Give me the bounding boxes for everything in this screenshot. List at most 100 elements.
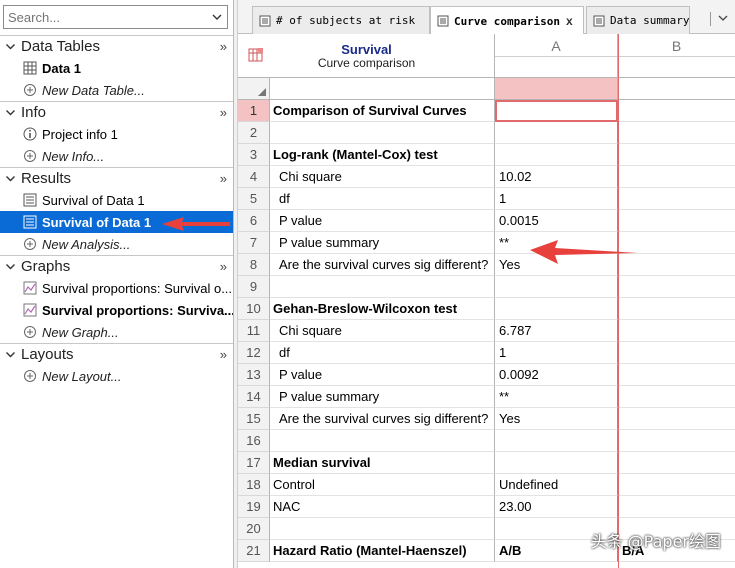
row-number[interactable]: 4	[238, 166, 270, 188]
nav-item[interactable]: New Graph...	[0, 321, 233, 343]
navigator-search[interactable]	[3, 5, 228, 29]
row-label-cell[interactable]: Log-rank (Mantel-Cox) test	[270, 144, 495, 166]
nav-section-header[interactable]: Graphs »	[0, 255, 233, 277]
nav-item[interactable]: New Layout...	[0, 365, 233, 387]
nav-item[interactable]: New Info...	[0, 145, 233, 167]
cell-column-a[interactable]: 1	[495, 188, 618, 210]
row-label-cell[interactable]: df	[270, 188, 495, 210]
row-number[interactable]: 14	[238, 386, 270, 408]
cell-column-a[interactable]	[495, 430, 618, 452]
row-label-cell[interactable]: P value summary	[270, 386, 495, 408]
cell-column-a[interactable]	[495, 276, 618, 298]
cell-column-b[interactable]	[618, 430, 735, 452]
cell-column-b[interactable]	[618, 254, 735, 276]
cell-column-a[interactable]: Yes	[495, 254, 618, 276]
cell-column-b[interactable]	[618, 188, 735, 210]
cell-column-a[interactable]: **	[495, 232, 618, 254]
collapse-icon[interactable]	[5, 349, 19, 360]
column-header-a[interactable]: A	[495, 34, 618, 78]
nav-item[interactable]: Data 1	[0, 57, 233, 79]
row-label-cell[interactable]: Median survival	[270, 452, 495, 474]
select-all-corner[interactable]	[238, 78, 270, 100]
cell-column-b[interactable]	[618, 100, 735, 122]
expand-more-icon[interactable]: »	[220, 39, 227, 54]
nav-item[interactable]: Project info 1	[0, 123, 233, 145]
row-label-cell[interactable]	[270, 518, 495, 540]
nav-item[interactable]: Survival proportions: Survival o...	[0, 277, 233, 299]
row-label-cell[interactable]: Gehan-Breslow-Wilcoxon test	[270, 298, 495, 320]
cell-column-a[interactable]: 0.0015	[495, 210, 618, 232]
expand-more-icon[interactable]: »	[220, 171, 227, 186]
row-label-cell[interactable]: NAC	[270, 496, 495, 518]
row-number[interactable]: 17	[238, 452, 270, 474]
row-label-cell[interactable]: Hazard Ratio (Mantel-Haenszel)	[270, 540, 495, 562]
row-label-cell[interactable]: P value summary	[270, 232, 495, 254]
cell-column-b[interactable]	[618, 298, 735, 320]
row-title-cell[interactable]	[270, 78, 495, 100]
row-label-cell[interactable]: Comparison of Survival Curves	[270, 100, 495, 122]
nav-item[interactable]: Survival of Data 1	[0, 211, 233, 233]
row-number[interactable]: 8	[238, 254, 270, 276]
cell-column-b[interactable]	[618, 210, 735, 232]
row-label-cell[interactable]	[270, 276, 495, 298]
row-label-cell[interactable]: Are the survival curves sig different?	[270, 408, 495, 430]
cell-column-b[interactable]	[618, 144, 735, 166]
row-number[interactable]: 11	[238, 320, 270, 342]
cell-column-a[interactable]: 10.02	[495, 166, 618, 188]
row-number[interactable]: 6	[238, 210, 270, 232]
tab-subjects-at-risk[interactable]: # of subjects at risk	[252, 6, 430, 34]
cell-column-a[interactable]	[495, 298, 618, 320]
nav-section-header[interactable]: Layouts »	[0, 343, 233, 365]
tab-data-summary[interactable]: Data summary	[586, 6, 690, 34]
cell-column-a[interactable]: Undefined	[495, 474, 618, 496]
chevron-down-icon[interactable]	[210, 10, 224, 24]
cell-column-a[interactable]: 1	[495, 342, 618, 364]
column-b-title-cell[interactable]	[618, 78, 735, 100]
row-label-cell[interactable]: Are the survival curves sig different?	[270, 254, 495, 276]
nav-section-header[interactable]: Info »	[0, 101, 233, 123]
column-header-b[interactable]: B	[618, 34, 735, 78]
row-number[interactable]: 10	[238, 298, 270, 320]
nav-item[interactable]: Survival proportions: Surviva...	[0, 299, 233, 321]
cell-column-b[interactable]	[618, 232, 735, 254]
column-a-title-cell[interactable]	[495, 78, 618, 100]
chevron-down-icon[interactable]	[717, 12, 729, 24]
nav-section-header[interactable]: Data Tables »	[0, 35, 233, 57]
row-number[interactable]: 21	[238, 540, 270, 562]
row-number[interactable]: 13	[238, 364, 270, 386]
row-label-cell[interactable]: P value	[270, 364, 495, 386]
row-label-cell[interactable]: P value	[270, 210, 495, 232]
cell-column-a[interactable]: Yes	[495, 408, 618, 430]
tab-curve-comparison[interactable]: Curve comparison x	[430, 6, 584, 35]
cell-column-b[interactable]	[618, 276, 735, 298]
cell-column-b[interactable]	[618, 364, 735, 386]
cell-column-b[interactable]	[618, 320, 735, 342]
expand-more-icon[interactable]: »	[220, 259, 227, 274]
row-number[interactable]: 19	[238, 496, 270, 518]
cell-column-b[interactable]	[618, 474, 735, 496]
nav-item[interactable]: Survival of Data 1	[0, 189, 233, 211]
row-number[interactable]: 1	[238, 100, 270, 122]
cell-column-b[interactable]	[618, 408, 735, 430]
row-label-cell[interactable]	[270, 122, 495, 144]
row-label-cell[interactable]: Chi square	[270, 320, 495, 342]
cell-column-b[interactable]	[618, 496, 735, 518]
row-number[interactable]: 18	[238, 474, 270, 496]
collapse-icon[interactable]	[5, 107, 19, 118]
collapse-icon[interactable]	[5, 261, 19, 272]
row-number[interactable]: 2	[238, 122, 270, 144]
cell-column-b[interactable]	[618, 122, 735, 144]
row-number[interactable]: 12	[238, 342, 270, 364]
cell-column-a[interactable]	[495, 452, 618, 474]
collapse-icon[interactable]	[5, 173, 19, 184]
row-number[interactable]: 16	[238, 430, 270, 452]
cell-column-a[interactable]: 6.787	[495, 320, 618, 342]
row-label-cell[interactable]: Chi square	[270, 166, 495, 188]
row-number[interactable]: 15	[238, 408, 270, 430]
cell-column-b[interactable]	[618, 452, 735, 474]
cell-column-b[interactable]	[618, 342, 735, 364]
cell-column-b[interactable]	[618, 166, 735, 188]
collapse-icon[interactable]	[5, 41, 19, 52]
cell-column-a[interactable]	[495, 122, 618, 144]
row-label-cell[interactable]: df	[270, 342, 495, 364]
